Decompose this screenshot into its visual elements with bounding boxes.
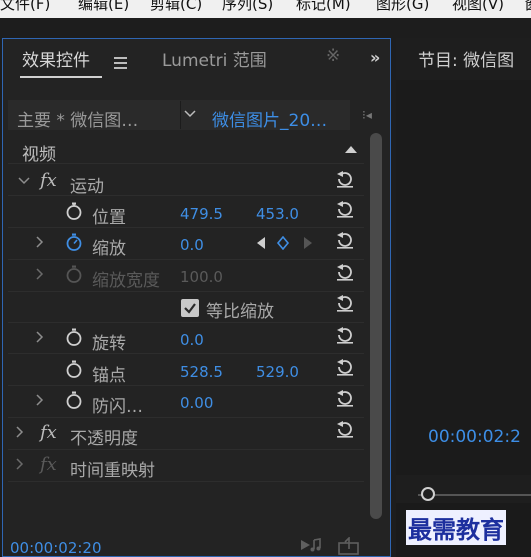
scrollbar-thumb[interactable] bbox=[370, 133, 382, 519]
chevron-right-icon[interactable] bbox=[36, 394, 44, 406]
menu-graphics[interactable]: 图形(G) bbox=[376, 0, 429, 14]
anchor-x-value[interactable]: 528.5 bbox=[180, 363, 223, 381]
current-timecode[interactable]: 00:00:02:20 bbox=[10, 539, 102, 557]
program-monitor-title[interactable]: 节目: 微信图 bbox=[418, 46, 514, 71]
position-y-value[interactable]: 453.0 bbox=[256, 205, 299, 223]
row-divider bbox=[8, 481, 364, 482]
scale-width-value: 100.0 bbox=[180, 268, 223, 286]
chevron-right-icon[interactable] bbox=[36, 268, 44, 280]
stopwatch-disabled-icon bbox=[66, 265, 82, 283]
menu-file[interactable]: 文件(F) bbox=[0, 0, 50, 14]
property-scale-width-label: 缩放宽度 bbox=[92, 271, 160, 291]
property-anti-flicker-label: 防闪… bbox=[92, 397, 143, 417]
menu-sequence[interactable]: 序列(S) bbox=[222, 0, 273, 14]
reset-icon[interactable] bbox=[335, 419, 355, 439]
play-audio-icon[interactable] bbox=[300, 537, 322, 553]
row-divider bbox=[8, 449, 364, 450]
chevron-right-icon[interactable] bbox=[36, 331, 44, 343]
effect-time-remap-label: 时间重映射 bbox=[70, 461, 155, 481]
effect-motion-label: 运动 bbox=[70, 177, 104, 197]
property-scale-label: 缩放 bbox=[92, 239, 126, 259]
playhead-handle[interactable] bbox=[421, 487, 435, 501]
uniform-scale-label[interactable]: 等比缩放 bbox=[206, 297, 274, 322]
tab-effect-controls[interactable]: 效果控件 bbox=[22, 46, 90, 71]
reset-icon[interactable] bbox=[335, 388, 355, 408]
property-anchor-label: 锚点 bbox=[92, 366, 126, 386]
reset-icon[interactable] bbox=[335, 230, 355, 250]
menu-bar: 文件(F) 编辑(E) 剪辑(C) 序列(S) 标记(M) 图形(G) 视图(V… bbox=[0, 0, 531, 18]
stopwatch-icon[interactable] bbox=[64, 201, 84, 221]
position-x-value[interactable]: 479.5 bbox=[180, 205, 223, 223]
reset-icon[interactable] bbox=[335, 169, 355, 189]
clip-header-divider bbox=[180, 101, 181, 129]
section-video-label: 视频 bbox=[22, 145, 56, 165]
stopwatch-icon[interactable] bbox=[64, 390, 84, 410]
active-tab-indicator bbox=[20, 76, 102, 78]
keyframe-icon[interactable] bbox=[276, 236, 290, 250]
chevron-down-icon[interactable] bbox=[18, 177, 30, 185]
stopwatch-icon[interactable] bbox=[64, 359, 84, 379]
stopwatch-active-icon[interactable] bbox=[64, 232, 84, 252]
row-divider bbox=[8, 259, 364, 260]
row-divider bbox=[8, 291, 364, 292]
anti-flicker-value[interactable]: 0.00 bbox=[180, 394, 213, 412]
program-timecode[interactable]: 00:00:02:2 bbox=[428, 427, 521, 447]
row-divider bbox=[8, 417, 364, 418]
next-keyframe-icon[interactable] bbox=[302, 236, 314, 250]
chevron-right-icon[interactable] bbox=[36, 236, 44, 248]
fx-badge-motion[interactable]: fx bbox=[40, 170, 57, 191]
reset-icon[interactable] bbox=[335, 357, 355, 377]
clip-name-link[interactable]: 微信图片_20… bbox=[212, 106, 327, 131]
export-frame-icon[interactable] bbox=[338, 537, 360, 555]
menu-window[interactable]: 窗 bbox=[524, 0, 531, 14]
chevron-down-icon[interactable] bbox=[184, 109, 196, 119]
reset-icon[interactable] bbox=[335, 199, 355, 219]
property-rotation-label: 旋转 bbox=[92, 334, 126, 354]
row-divider bbox=[8, 322, 364, 323]
anchor-y-value[interactable]: 529.0 bbox=[256, 363, 299, 381]
prev-keyframe-icon[interactable] bbox=[255, 236, 267, 250]
menu-clip[interactable]: 剪辑(C) bbox=[150, 0, 202, 14]
row-divider bbox=[8, 227, 364, 228]
checkbox-icon[interactable] bbox=[180, 298, 200, 318]
master-clip-label[interactable]: 主要 * 微信图… bbox=[17, 106, 138, 131]
reset-icon[interactable] bbox=[335, 293, 355, 313]
tab-lumetri-scopes[interactable]: Lumetri 范围 bbox=[162, 46, 267, 71]
menu-marker[interactable]: 标记(M) bbox=[296, 0, 351, 14]
tab-overflow-icon[interactable]: » bbox=[370, 48, 380, 67]
resize-grip-icon[interactable]: ⁝◂ bbox=[362, 108, 372, 122]
row-divider bbox=[8, 195, 364, 196]
menu-view[interactable]: 视图(V) bbox=[452, 0, 504, 14]
menu-edit[interactable]: 编辑(E) bbox=[78, 0, 129, 14]
panel-menu-icon[interactable] bbox=[114, 57, 127, 72]
row-divider bbox=[8, 353, 364, 354]
rotation-value[interactable]: 0.0 bbox=[180, 331, 204, 349]
chevron-right-icon[interactable] bbox=[16, 426, 24, 438]
effect-opacity-label: 不透明度 bbox=[70, 429, 138, 449]
scale-value[interactable]: 0.0 bbox=[180, 236, 204, 254]
property-position-label: 位置 bbox=[92, 208, 126, 228]
chevron-right-icon[interactable] bbox=[16, 458, 24, 470]
reset-icon[interactable] bbox=[335, 325, 355, 345]
program-monitor-view[interactable] bbox=[396, 80, 531, 475]
reset-icon[interactable] bbox=[335, 262, 355, 282]
row-divider bbox=[8, 385, 364, 386]
fx-badge-time-remap: fx bbox=[40, 454, 57, 475]
collapse-up-icon[interactable] bbox=[344, 144, 358, 154]
tab-clipped[interactable]: ※ bbox=[326, 46, 340, 66]
stopwatch-icon[interactable] bbox=[64, 327, 84, 347]
row-divider bbox=[8, 163, 364, 164]
fx-badge-opacity[interactable]: fx bbox=[40, 422, 57, 443]
watermark-logo: 最需教育 bbox=[406, 510, 506, 545]
